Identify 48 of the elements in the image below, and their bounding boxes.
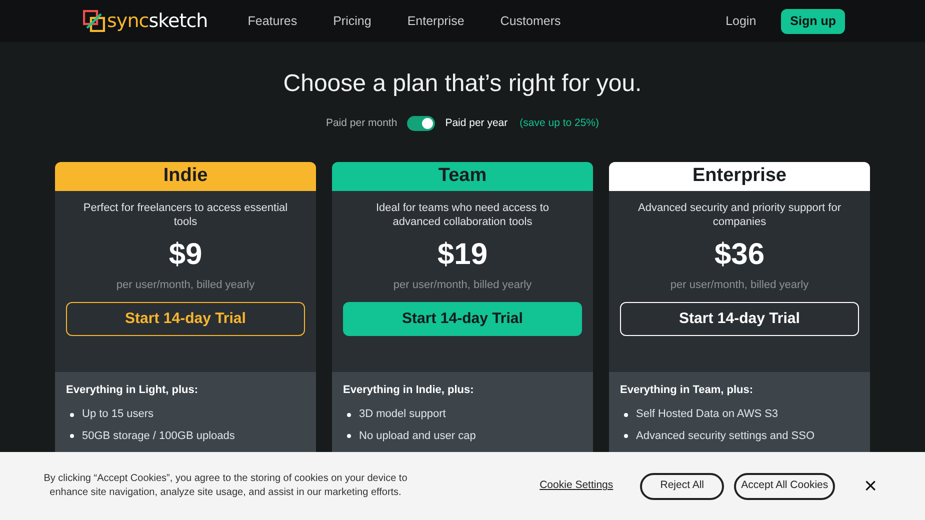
plan-price: $19 — [437, 236, 488, 273]
features-heading: Everything in Indie, plus: — [343, 382, 475, 398]
trial-button[interactable]: Start 14-day Trial — [66, 302, 305, 336]
logo-text[interactable]: syncsketch — [107, 6, 208, 36]
bullet-icon — [347, 434, 351, 438]
monthly-label: Paid per month — [326, 116, 398, 131]
save-note: (save up to 25%) — [520, 116, 600, 131]
cookie-settings-link[interactable]: Cookie Settings — [540, 478, 614, 494]
page-title: Choose a plan that’s right for you. — [282, 69, 643, 99]
feature-item: Advanced security settings and SSO — [636, 428, 815, 444]
features-heading: Everything in Light, plus: — [66, 382, 199, 398]
feature-item: Up to 15 users — [82, 407, 154, 422]
logo-icon — [83, 10, 105, 32]
bullet-icon — [70, 434, 74, 438]
plan-description: Advanced security and priority support for companies — [637, 200, 842, 229]
reject-button[interactable]: Reject All — [640, 472, 724, 500]
price-note: per user/month, billed yearly — [116, 278, 255, 293]
bullet-icon — [347, 412, 351, 416]
feature-item: No upload and user cap — [359, 428, 476, 444]
signup-button[interactable]: Sign up — [781, 8, 845, 34]
plan-header: Enterprise — [609, 162, 870, 191]
bullet-icon — [624, 434, 628, 438]
nav-link[interactable]: Features — [248, 12, 298, 30]
accept-button[interactable]: Accept All Cookies — [734, 472, 836, 500]
cookie-text: By clicking “Accept Cookies”, you agree to the storing of cookies on your device to enhance site navigation, analyze site usage, and assist in our marketing efforts. — [42, 472, 408, 500]
feature-item: 3D model support — [359, 407, 446, 422]
bullet-icon — [624, 412, 628, 416]
trial-button[interactable]: Start 14-day Trial — [620, 302, 859, 336]
plan-header: Team — [332, 162, 593, 191]
price-note: per user/month, billed yearly — [393, 278, 532, 293]
plan-price: $36 — [714, 236, 765, 273]
plan-price: $9 — [168, 236, 202, 273]
feature-item: Self Hosted Data on AWS S3 — [636, 407, 778, 422]
trial-button[interactable]: Start 14-day Trial — [343, 302, 582, 336]
plan-description: Ideal for teams who need access to advanced collaboration tools — [374, 200, 550, 229]
nav-link[interactable]: Customers — [500, 12, 561, 30]
nav-link[interactable]: Enterprise — [407, 12, 464, 30]
feature-item: 50GB storage / 100GB uploads — [82, 428, 235, 444]
yearly-label: Paid per year — [445, 116, 508, 131]
nav-link[interactable]: Pricing — [333, 12, 372, 30]
login-link[interactable]: Login — [726, 12, 756, 30]
billing-toggle[interactable] — [407, 116, 436, 132]
features-heading: Everything in Team, plus: — [620, 382, 754, 398]
close-button[interactable]: × — [864, 475, 877, 497]
price-note: per user/month, billed yearly — [670, 278, 809, 293]
plan-header: Indie — [55, 162, 316, 191]
bullet-icon — [70, 412, 74, 416]
plan-description: Perfect for freelancers to access essential tools — [82, 200, 289, 229]
